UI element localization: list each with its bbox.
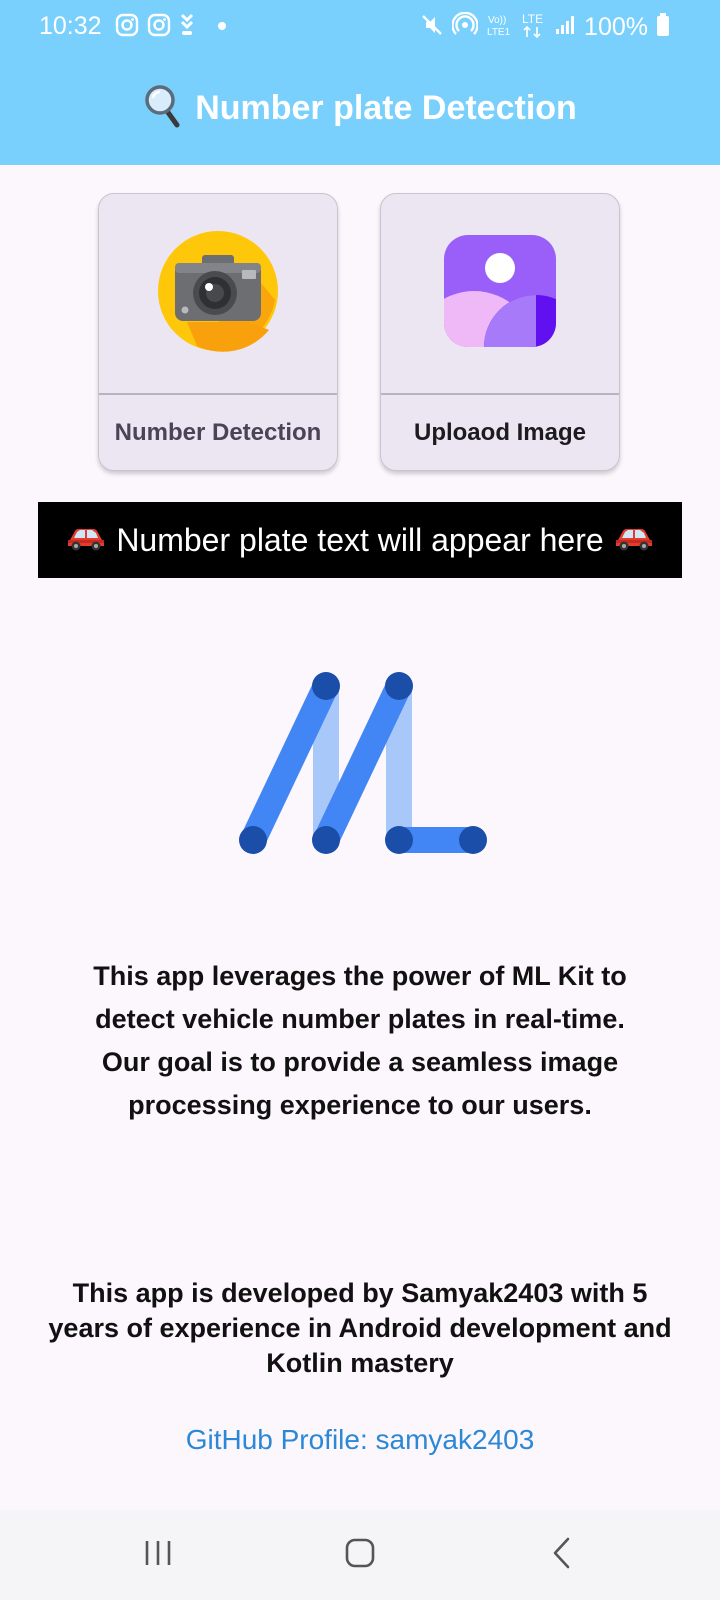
battery-percent: 100%	[584, 12, 648, 41]
gallery-icon	[444, 235, 556, 352]
battery-icon	[656, 12, 670, 42]
page-title: Number plate Detection	[195, 88, 577, 127]
home-icon	[344, 1537, 376, 1574]
back-icon	[550, 1536, 574, 1575]
instagram-icon	[115, 13, 139, 42]
app-title-bar: Number plate Detection	[0, 80, 720, 136]
upload-image-card[interactable]: Uploaod Image	[380, 193, 620, 471]
github-profile-link[interactable]: GitHub Profile: samyak2403	[0, 1424, 720, 1456]
number-detection-card[interactable]: Number Detection	[98, 193, 338, 471]
camera-icon	[157, 230, 279, 357]
car-icon	[614, 525, 654, 556]
recents-icon	[142, 1538, 174, 1573]
ml-kit-logo	[236, 670, 492, 860]
download-icon	[179, 12, 195, 43]
number-detection-label: Number Detection	[114, 418, 322, 446]
gallery-image	[381, 194, 619, 393]
magnifier-icon	[143, 83, 183, 134]
status-time: 10:32	[39, 12, 102, 40]
camera-image	[99, 194, 337, 393]
signal-icon	[554, 14, 576, 41]
status-bar: 10:32 Vo)) LTE1 LTE 100%	[0, 0, 720, 54]
recents-button[interactable]	[128, 1530, 188, 1580]
mute-icon	[420, 13, 444, 42]
system-nav-bar	[0, 1510, 720, 1600]
status-notification-icons	[115, 12, 227, 43]
svg-text:LTE1: LTE1	[487, 27, 511, 38]
svg-text:Vo)): Vo))	[488, 15, 506, 26]
svg-text:LTE: LTE	[522, 12, 543, 26]
instagram-icon	[147, 13, 171, 42]
home-button[interactable]	[330, 1530, 390, 1580]
number-plate-result: Number plate text will appear here	[38, 502, 682, 578]
hotspot-icon	[451, 11, 479, 43]
lte-icon: LTE	[520, 11, 546, 44]
app-screen: 10:32 Vo)) LTE1 LTE 100% Number plate De…	[0, 0, 720, 1600]
status-system-icons: Vo)) LTE1 LTE 100%	[420, 11, 670, 44]
dot-icon	[217, 18, 227, 36]
upload-image-label: Uploaod Image	[413, 418, 587, 446]
car-icon	[66, 525, 106, 556]
back-button[interactable]	[532, 1530, 592, 1580]
volte-icon: Vo)) LTE1	[486, 12, 512, 43]
top-app-bar: 10:32 Vo)) LTE1 LTE 100% Number plate De…	[0, 0, 720, 165]
result-text: Number plate text will appear here	[116, 521, 604, 558]
about-description: This app leverages the power of ML Kit t…	[93, 961, 627, 1120]
developer-info: This app is developed by Samyak2403 with…	[48, 1278, 672, 1378]
